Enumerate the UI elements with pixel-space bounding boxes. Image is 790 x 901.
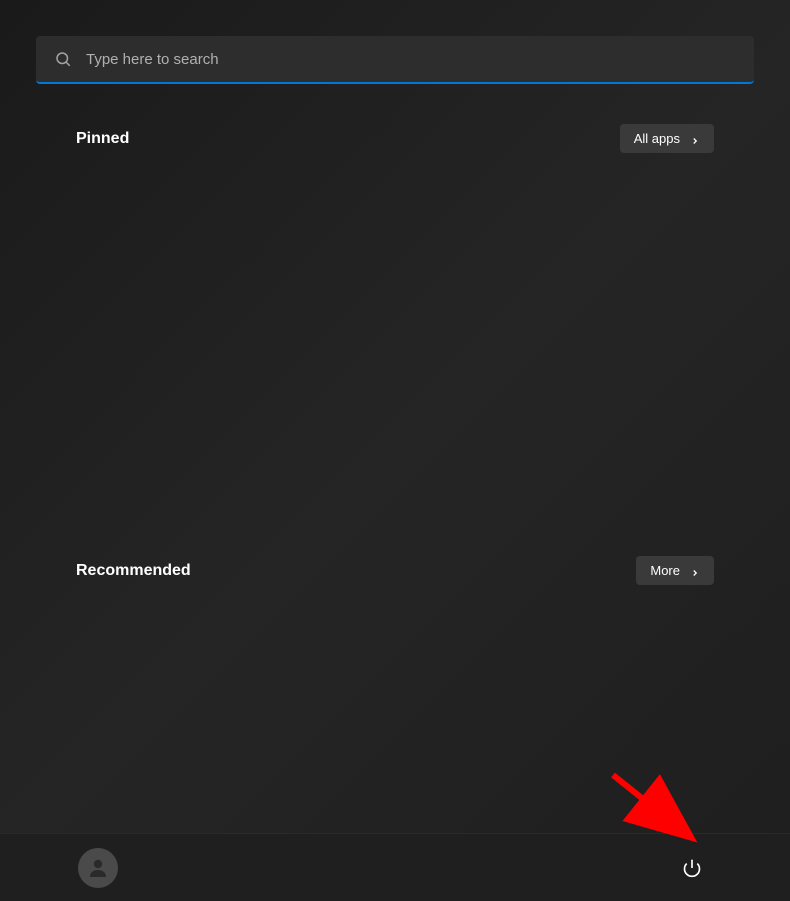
recommended-header: Recommended More bbox=[76, 556, 714, 585]
content-area: Pinned All apps Recommended More bbox=[0, 84, 790, 833]
pinned-header: Pinned All apps bbox=[76, 124, 714, 153]
search-icon bbox=[54, 50, 72, 68]
pinned-section: Pinned All apps bbox=[76, 124, 714, 491]
more-label: More bbox=[650, 563, 680, 578]
recommended-items-grid bbox=[76, 613, 714, 813]
pinned-title: Pinned bbox=[76, 130, 129, 148]
user-account-button[interactable] bbox=[78, 848, 118, 888]
search-box[interactable] bbox=[36, 36, 754, 84]
pinned-apps-grid bbox=[76, 181, 714, 491]
recommended-section: Recommended More bbox=[76, 556, 714, 813]
search-container bbox=[0, 0, 790, 84]
all-apps-button[interactable]: All apps bbox=[620, 124, 714, 153]
chevron-right-icon bbox=[690, 134, 700, 144]
footer-bar bbox=[0, 833, 790, 901]
start-menu: Pinned All apps Recommended More bbox=[0, 0, 790, 901]
power-icon bbox=[682, 858, 702, 878]
all-apps-label: All apps bbox=[634, 131, 680, 146]
more-button[interactable]: More bbox=[636, 556, 714, 585]
search-input[interactable] bbox=[86, 51, 736, 68]
chevron-right-icon bbox=[690, 566, 700, 576]
recommended-title: Recommended bbox=[76, 562, 191, 580]
user-icon bbox=[86, 856, 110, 880]
power-button[interactable] bbox=[672, 848, 712, 888]
